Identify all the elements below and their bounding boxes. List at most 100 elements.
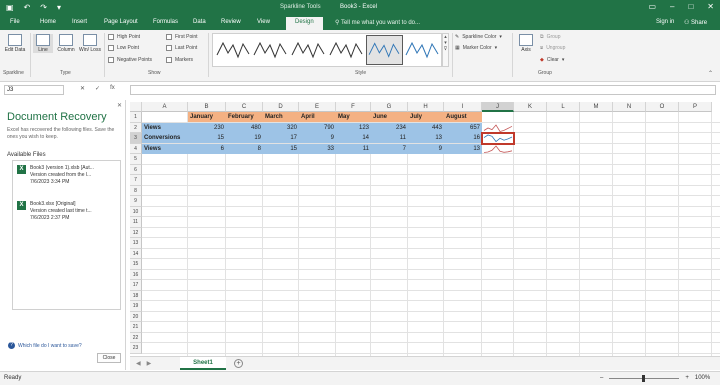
column-header-n[interactable]: N xyxy=(613,102,646,112)
high-point-checkbox[interactable]: High Point xyxy=(108,34,140,40)
row-header-4[interactable]: 4 xyxy=(130,143,142,154)
sign-in-link[interactable]: Sign in xyxy=(656,19,674,25)
undo-icon[interactable]: ↶ xyxy=(24,3,31,12)
marker-color-button[interactable]: ▦ Marker Color ▾ xyxy=(455,45,497,51)
line-type-button[interactable]: Line xyxy=(33,34,53,53)
style-option-5-selected[interactable] xyxy=(366,35,403,65)
header-cell[interactable]: August xyxy=(444,112,482,122)
row-header-17[interactable]: 17 xyxy=(130,280,142,291)
row-header-8[interactable]: 8 xyxy=(130,185,142,196)
style-option-4[interactable] xyxy=(328,35,365,65)
row-header-7[interactable]: 7 xyxy=(130,175,142,186)
zoom-in-icon[interactable]: + xyxy=(685,375,689,381)
name-box[interactable]: J3 xyxy=(4,85,64,95)
axis-button[interactable]: Axis xyxy=(516,34,536,53)
tab-file[interactable]: File xyxy=(10,19,20,25)
edit-data-button[interactable]: Edit Data xyxy=(4,34,26,53)
clear-button[interactable]: ◆ Clear ▾ xyxy=(540,57,564,63)
row-header-5[interactable]: 5 xyxy=(130,154,142,165)
column-header-b[interactable]: B xyxy=(188,102,226,112)
customize-icon[interactable]: ▾ xyxy=(57,3,61,12)
value-cell[interactable]: 320 xyxy=(263,122,299,133)
row-header-13[interactable]: 13 xyxy=(130,238,142,249)
value-cell[interactable]: 19 xyxy=(226,133,263,143)
column-header-o[interactable]: O xyxy=(646,102,679,112)
value-cell[interactable]: 11 xyxy=(371,133,408,143)
row-header-10[interactable]: 10 xyxy=(130,206,142,217)
header-cell[interactable]: April xyxy=(299,112,336,122)
column-header-k[interactable]: K xyxy=(514,102,547,112)
value-cell[interactable]: 657 xyxy=(444,122,482,133)
minimize-icon[interactable]: – xyxy=(670,2,674,11)
zoom-knob[interactable] xyxy=(642,374,646,382)
row-header-20[interactable]: 20 xyxy=(130,311,142,322)
sparkline-row-4[interactable] xyxy=(482,144,514,155)
close-window-icon[interactable]: ✕ xyxy=(707,2,714,11)
column-header-j[interactable]: J xyxy=(482,102,514,112)
row-header-19[interactable]: 19 xyxy=(130,301,142,312)
tell-me-box[interactable]: ⚲ Tell me what you want to do... xyxy=(335,19,420,26)
header-cell[interactable]: July xyxy=(408,112,444,122)
row-label-cell[interactable]: Views xyxy=(142,122,188,133)
row-header-12[interactable]: 12 xyxy=(130,227,142,238)
tab-data[interactable]: Data xyxy=(193,19,206,25)
collapse-ribbon-icon[interactable]: ⌃ xyxy=(708,70,713,77)
winloss-type-button[interactable]: Win/ Loss xyxy=(79,34,101,53)
active-cell-selection[interactable] xyxy=(481,132,515,145)
formula-input[interactable] xyxy=(130,85,716,95)
row-label-cell[interactable]: Views xyxy=(142,143,188,154)
header-cell[interactable]: June xyxy=(371,112,408,122)
add-sheet-icon[interactable]: + xyxy=(234,359,243,368)
header-cell[interactable]: May xyxy=(336,112,371,122)
column-header-l[interactable]: L xyxy=(547,102,580,112)
row-header-16[interactable]: 16 xyxy=(130,269,142,280)
style-option-2[interactable] xyxy=(252,35,289,65)
column-header-p[interactable]: P xyxy=(679,102,712,112)
which-file-help-link[interactable]: ? Which file do I want to save? xyxy=(8,342,82,349)
value-cell[interactable]: 230 xyxy=(188,122,226,133)
header-cell[interactable]: March xyxy=(263,112,299,122)
style-option-3[interactable] xyxy=(290,35,327,65)
close-pane-icon[interactable]: ✕ xyxy=(117,102,122,109)
function-icon[interactable]: fx xyxy=(110,85,115,92)
recovered-file-item[interactable]: X Book3 (version 1).xlsb [Aut... Version… xyxy=(17,165,119,191)
tab-page-layout[interactable]: Page Layout xyxy=(104,19,138,25)
value-cell[interactable]: 33 xyxy=(299,143,336,154)
tab-design[interactable]: Design xyxy=(286,17,323,30)
value-cell[interactable]: 7 xyxy=(371,143,408,154)
tab-review[interactable]: Review xyxy=(221,19,241,25)
ungroup-button[interactable]: ⧈ Ungroup xyxy=(540,45,565,51)
first-point-checkbox[interactable]: First Point xyxy=(166,34,198,40)
markers-checkbox[interactable]: Markers xyxy=(166,57,193,63)
last-point-checkbox[interactable]: Last Point xyxy=(166,45,197,51)
tab-insert[interactable]: Insert xyxy=(72,19,87,25)
group-button[interactable]: ⧉ Group xyxy=(540,34,560,40)
cancel-icon[interactable]: ✕ xyxy=(80,85,85,92)
zoom-slider[interactable] xyxy=(609,374,680,382)
zoom-out-icon[interactable]: – xyxy=(600,375,603,381)
value-cell[interactable]: 6 xyxy=(188,143,226,154)
tab-view[interactable]: View xyxy=(257,19,270,25)
row-header-1[interactable]: 1 xyxy=(130,112,142,123)
value-cell[interactable]: 8 xyxy=(226,143,263,154)
row-header-9[interactable]: 9 xyxy=(130,196,142,207)
value-cell[interactable]: 234 xyxy=(371,122,408,133)
column-header-d[interactable]: D xyxy=(263,102,299,112)
low-point-checkbox[interactable]: Low Point xyxy=(108,45,139,51)
row-header-23[interactable]: 23 xyxy=(130,343,142,354)
value-cell[interactable]: 15 xyxy=(263,143,299,154)
enter-icon[interactable]: ✓ xyxy=(95,85,100,92)
column-header-m[interactable]: M xyxy=(580,102,613,112)
recovered-file-item[interactable]: X Book3.xlsx [Original] Version created … xyxy=(17,201,119,227)
share-button[interactable]: ⚇ Share xyxy=(684,19,707,26)
value-cell[interactable]: 17 xyxy=(263,133,299,143)
style-option-6[interactable] xyxy=(404,35,441,65)
ribbon-display-icon[interactable]: ▭ xyxy=(648,2,656,11)
value-cell[interactable]: 13 xyxy=(444,143,482,154)
row-header-18[interactable]: 18 xyxy=(130,290,142,301)
maximize-icon[interactable]: □ xyxy=(688,2,693,11)
row-header-22[interactable]: 22 xyxy=(130,332,142,343)
row-header-3[interactable]: 3 xyxy=(130,133,142,144)
style-option-1[interactable] xyxy=(215,35,252,65)
row-header-15[interactable]: 15 xyxy=(130,259,142,270)
